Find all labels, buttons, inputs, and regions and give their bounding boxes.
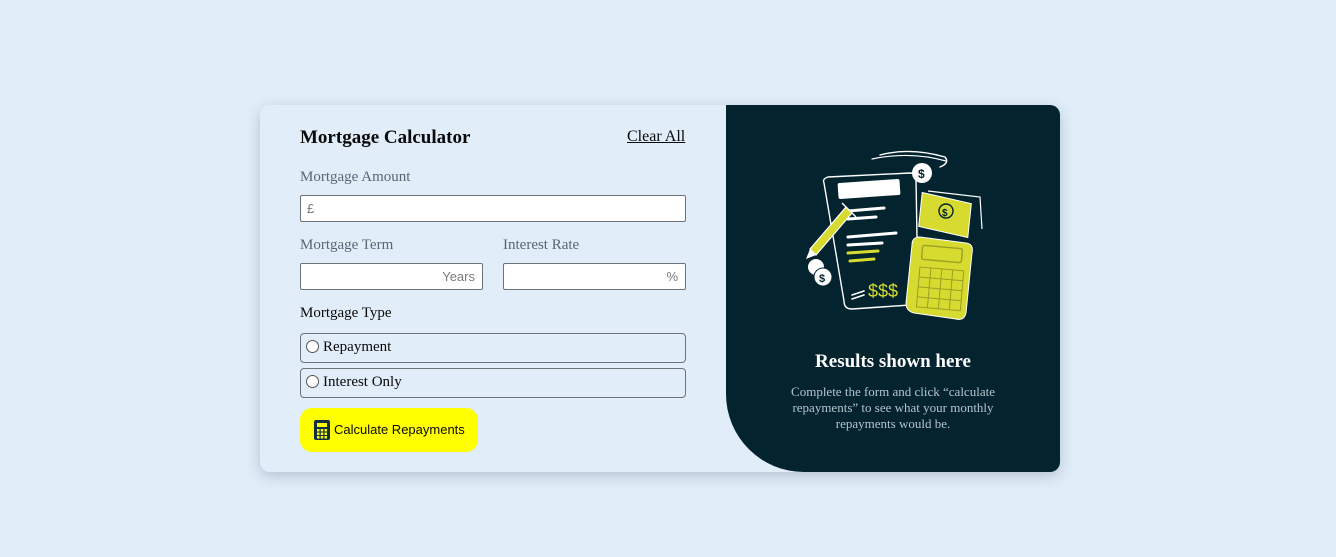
mortgage-type-label: Mortgage Type bbox=[300, 305, 392, 321]
radio-label: Repayment bbox=[323, 339, 392, 355]
results-description: Complete the form and click “calculate r… bbox=[791, 384, 995, 431]
currency-prefix: £ bbox=[307, 201, 315, 216]
percent-suffix: % bbox=[666, 269, 678, 284]
interest-rate-field[interactable]: % bbox=[503, 263, 686, 290]
interest-rate-label: Interest Rate bbox=[503, 237, 580, 253]
mortgage-amount-label: Mortgage Amount bbox=[300, 169, 411, 185]
svg-text:$: $ bbox=[819, 273, 825, 285]
button-label: Calculate Repayments bbox=[334, 422, 465, 437]
radio-button[interactable] bbox=[306, 375, 319, 388]
mortgage-term-field[interactable]: Years bbox=[300, 263, 483, 290]
results-panel: $$$ $ $ $ Results shown here Complete th… bbox=[726, 105, 1060, 472]
mortgage-amount-field[interactable]: £ bbox=[300, 195, 686, 222]
calculator-card: Mortgage Calculator Clear All Mortgage A… bbox=[260, 105, 1060, 472]
calculator-icon bbox=[314, 420, 330, 445]
mortgage-term-label: Mortgage Term bbox=[300, 237, 394, 253]
page-title: Mortgage Calculator bbox=[300, 127, 471, 148]
clear-all-link[interactable]: Clear All bbox=[627, 128, 685, 146]
radio-button[interactable] bbox=[306, 340, 319, 353]
form-panel: Mortgage Calculator Clear All Mortgage A… bbox=[260, 105, 726, 472]
years-suffix: Years bbox=[442, 269, 475, 284]
svg-text:$$$: $$$ bbox=[868, 281, 898, 301]
radio-label: Interest Only bbox=[323, 374, 402, 390]
results-title: Results shown here bbox=[815, 351, 971, 372]
calculate-repayments-button[interactable]: Calculate Repayments bbox=[300, 408, 478, 452]
radio-repayment[interactable]: Repayment bbox=[300, 333, 686, 363]
svg-text:$: $ bbox=[942, 208, 948, 219]
empty-results-illustration: $$$ $ $ $ bbox=[800, 145, 990, 330]
radio-interest-only[interactable]: Interest Only bbox=[300, 368, 686, 398]
svg-text:$: $ bbox=[918, 167, 925, 181]
